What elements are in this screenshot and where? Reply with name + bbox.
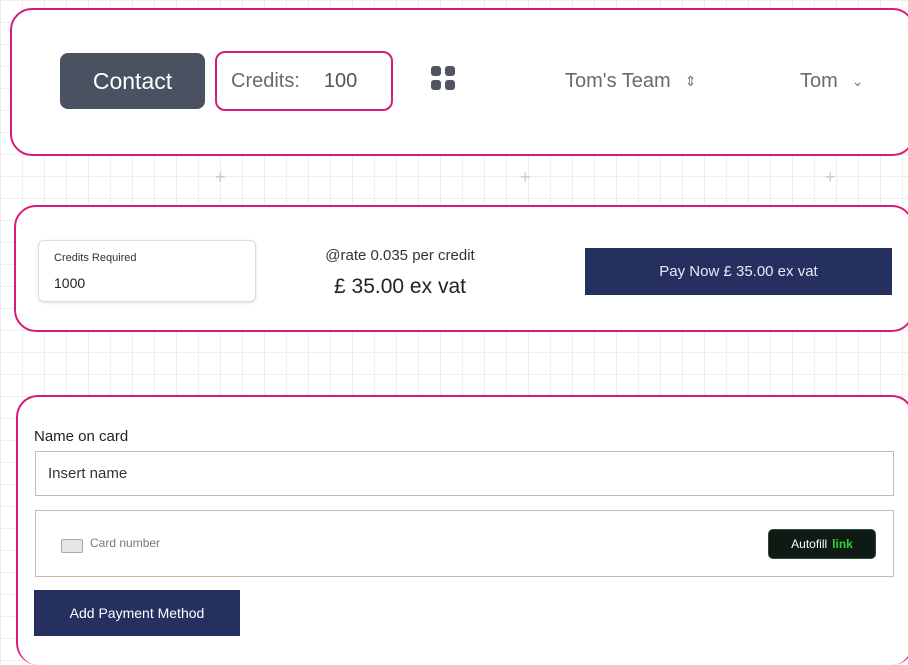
team-name: Tom's Team xyxy=(565,70,671,92)
credits-label: Credits: xyxy=(231,69,300,92)
grid-icon[interactable] xyxy=(431,66,457,92)
user-name: Tom xyxy=(800,70,838,92)
add-payment-method-button[interactable]: Add Payment Method xyxy=(34,590,240,636)
credits-required-value: 1000 xyxy=(54,275,86,291)
price-text: £ 35.00 ex vat xyxy=(334,275,466,298)
card-number-placeholder: Card number xyxy=(90,536,161,550)
contact-button[interactable]: Contact xyxy=(60,53,205,109)
credits-indicator: Credits: 100 xyxy=(215,51,393,111)
pay-now-button[interactable]: Pay Now £ 35.00 ex vat xyxy=(585,248,892,295)
name-on-card-label: Name on card xyxy=(34,428,129,445)
credits-required-field[interactable]: Credits Required 1000 xyxy=(38,240,256,302)
link-brand-label: link xyxy=(832,537,853,551)
chevron-up-down-icon: ⇕ xyxy=(684,73,697,89)
name-on-card-input[interactable] xyxy=(35,451,894,496)
autofill-label: Autofill xyxy=(791,537,828,551)
team-selector[interactable]: Tom's Team ⇕ xyxy=(565,70,696,93)
grid-plus-marker: + xyxy=(215,167,226,187)
chevron-down-icon: ⌄ xyxy=(851,73,864,89)
rate-text: @rate 0.035 per credit xyxy=(325,247,475,264)
grid-plus-marker: + xyxy=(825,167,836,187)
user-menu[interactable]: Tom ⌄ xyxy=(800,70,864,93)
autofill-link-button[interactable]: Autofill link xyxy=(768,529,876,559)
card-number-field[interactable]: Card number Autofill link xyxy=(35,510,894,577)
credit-card-icon xyxy=(61,539,83,553)
credits-required-label: Credits Required xyxy=(54,252,137,264)
credits-value: 100 xyxy=(323,69,358,92)
grid-plus-marker: + xyxy=(520,167,531,187)
